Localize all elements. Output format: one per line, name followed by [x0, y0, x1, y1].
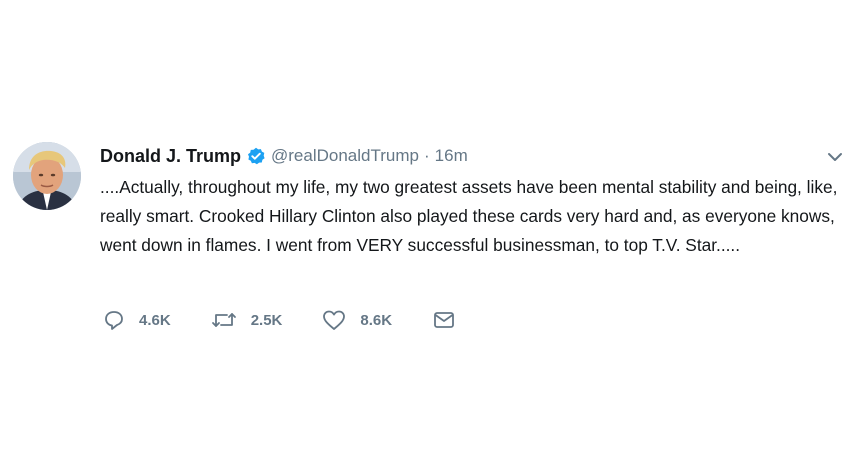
envelope-icon [432, 309, 456, 331]
avatar[interactable] [13, 142, 81, 210]
reply-icon [103, 309, 125, 331]
timestamp[interactable]: 16m [435, 146, 468, 166]
retweet-icon [211, 309, 237, 331]
reply-count: 4.6K [139, 311, 171, 329]
tweet-text: ....Actually, throughout my life, my two… [100, 177, 838, 255]
chevron-down-icon[interactable] [827, 150, 843, 162]
author-handle[interactable]: @realDonaldTrump [271, 146, 419, 166]
like-button[interactable]: 8.6K [322, 309, 392, 331]
tweet-card[interactable]: Donald J. Trump @realDonaldTrump · 16m .… [13, 140, 853, 340]
tweet-actions: 4.6K 2.5K 8.6K [103, 307, 496, 333]
reply-button[interactable]: 4.6K [103, 309, 171, 331]
tweet-header: Donald J. Trump @realDonaldTrump · 16m [100, 144, 468, 168]
retweet-count: 2.5K [250, 311, 283, 329]
retweet-button[interactable]: 2.5K [211, 309, 283, 331]
heart-icon [322, 309, 346, 331]
like-count: 8.6K [360, 311, 393, 329]
author-name[interactable]: Donald J. Trump [100, 146, 241, 167]
avatar-image [13, 142, 81, 210]
separator-dot: · [423, 146, 430, 165]
verified-badge-icon [247, 147, 265, 165]
direct-message-button[interactable] [432, 309, 456, 331]
